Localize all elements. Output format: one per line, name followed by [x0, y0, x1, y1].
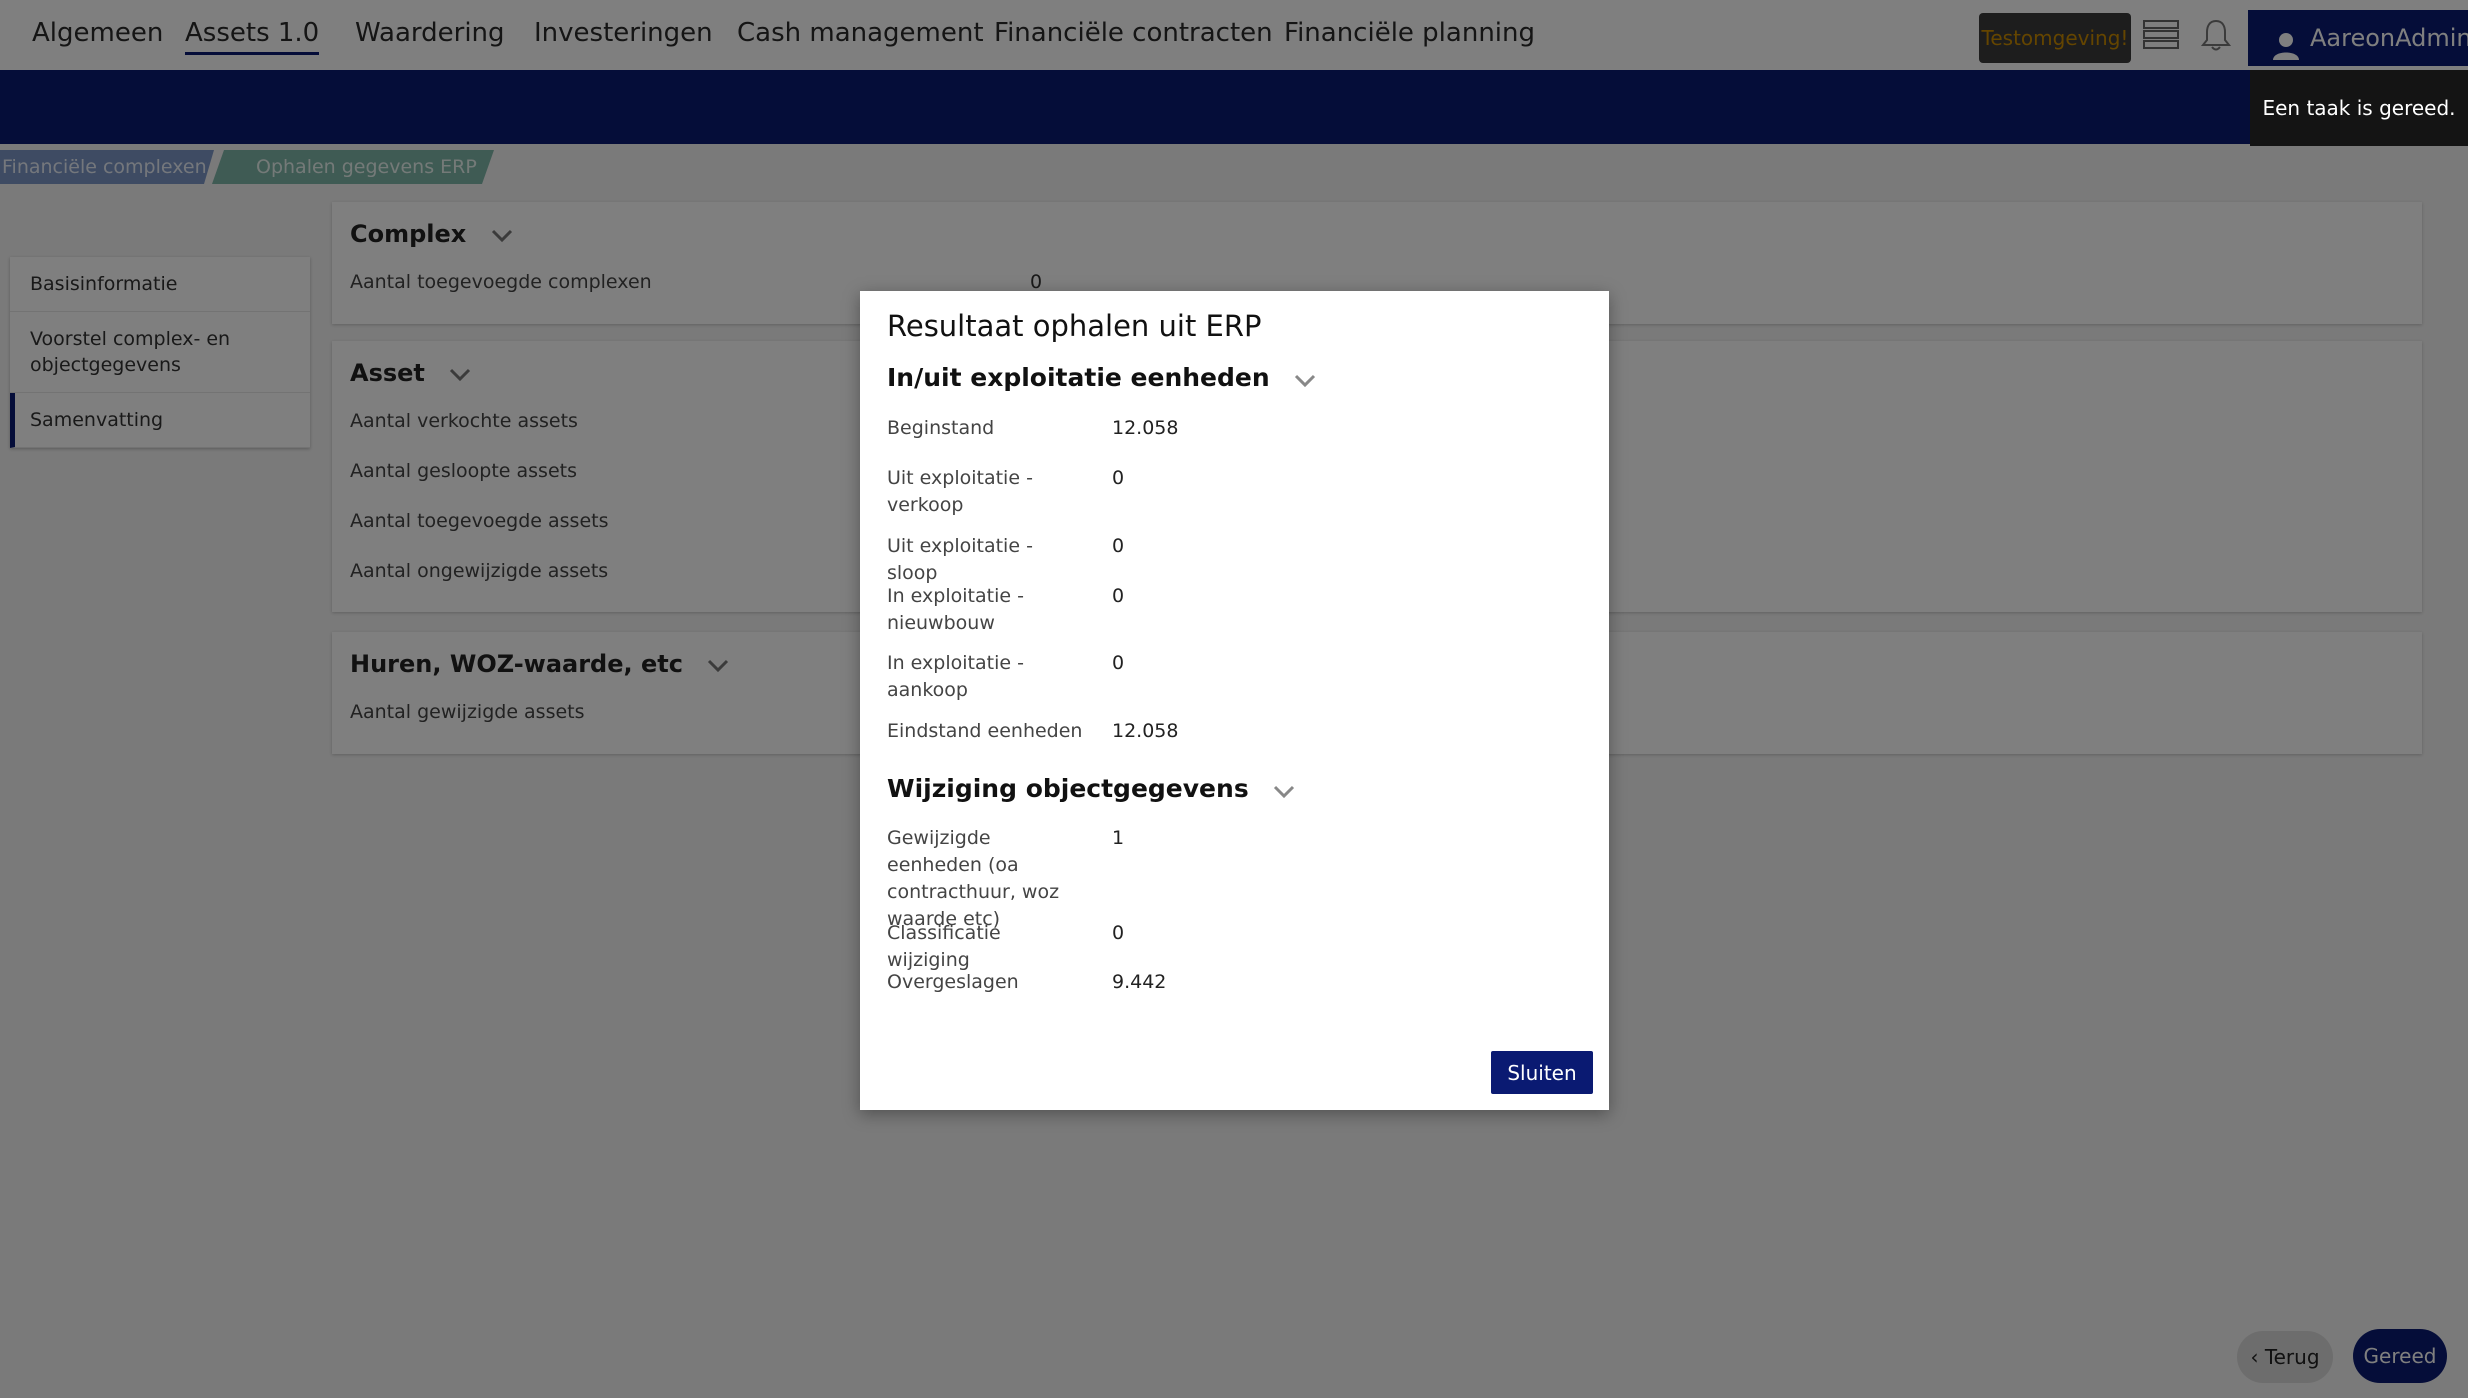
result-value: 0: [1112, 585, 1125, 607]
result-value: 12.058: [1112, 720, 1179, 742]
section-objectgegevens-title: Wijziging objectgegevens: [887, 774, 1249, 803]
result-label: Eindstand eenheden: [887, 720, 1083, 742]
result-label: Classificatie wijziging: [887, 922, 1001, 971]
result-label: Uit exploitatie - sloop: [887, 535, 1033, 584]
result-value: 0: [1112, 922, 1125, 944]
result-value: 0: [1112, 467, 1125, 489]
result-label: In exploitatie - aankoop: [887, 652, 1024, 701]
result-label: In exploitatie - nieuwbouw: [887, 585, 1024, 634]
result-value: 1: [1112, 827, 1125, 849]
dialog-title: Resultaat ophalen uit ERP: [887, 309, 1262, 343]
result-label: Uit exploitatie - verkoop: [887, 467, 1033, 516]
result-value: 9.442: [1112, 971, 1167, 993]
notification-toast: Een taak is gereed.: [2250, 70, 2468, 146]
section-exploitatie-title: In/uit exploitatie eenheden: [887, 363, 1270, 392]
chevron-down-icon: [1294, 365, 1316, 394]
erp-result-dialog: Resultaat ophalen uit ERP In/uit exploit…: [860, 291, 1609, 1110]
result-value: 0: [1112, 535, 1125, 557]
close-button[interactable]: Sluiten: [1491, 1051, 1593, 1094]
section-objectgegevens-header[interactable]: Wijziging objectgegevens: [887, 774, 1295, 805]
result-value: 12.058: [1112, 417, 1179, 439]
result-value: 0: [1112, 652, 1125, 674]
result-label: Gewijzigde eenheden (oa contracthuur, wo…: [887, 827, 1060, 930]
section-exploitatie-header[interactable]: In/uit exploitatie eenheden: [887, 363, 1316, 394]
result-label: Beginstand: [887, 417, 995, 439]
result-label: Overgeslagen: [887, 971, 1019, 993]
chevron-down-icon: [1273, 776, 1295, 805]
